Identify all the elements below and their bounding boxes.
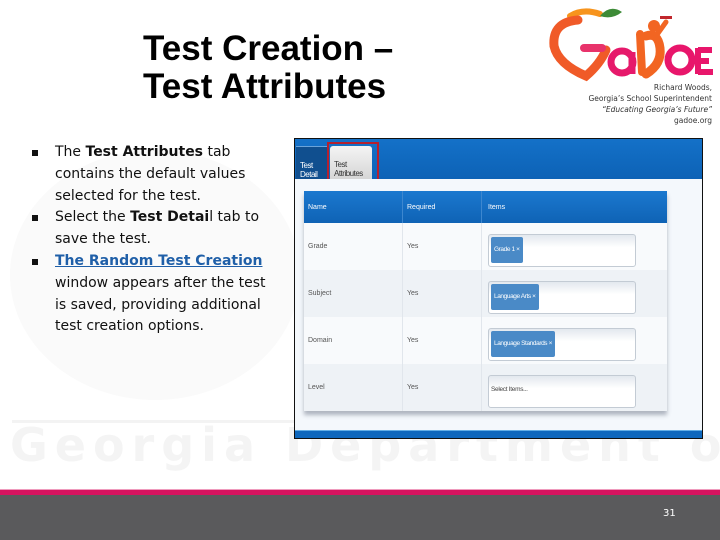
cell-items: Language Arts ×	[482, 270, 667, 317]
cell-required: Yes	[403, 270, 482, 317]
logo-caption: Richard Woods, Georgia’s School Superint…	[588, 82, 712, 126]
header-items: Items	[488, 203, 506, 211]
gadoe-logo	[548, 6, 718, 82]
caption-motto: “Educating Georgia’s Future”	[601, 105, 712, 114]
cell-required: Yes	[403, 223, 482, 270]
cell-items: Grade 1 ×	[482, 223, 667, 270]
bullet-item: The Test Attributes tab contains the def…	[30, 142, 270, 207]
table-header: Name Required Items	[304, 191, 667, 223]
slide-title: Test Creation – Test Attributes	[143, 30, 393, 106]
app-screenshot: Test Detail Test Attributes Name Require…	[294, 138, 703, 439]
selected-item-chip[interactable]: Language Standards ×	[491, 330, 555, 357]
bullet-bold-text: Test Attributes	[85, 144, 204, 160]
selected-item-chip[interactable]: Grade 1 ×	[491, 236, 523, 263]
table-row: Domain Yes Language Standards ×	[304, 317, 667, 364]
cell-items: Select Items...	[482, 364, 667, 411]
selected-item-chip[interactable]: Language Arts ×	[491, 283, 539, 310]
title-line-1: Test Creation –	[143, 29, 394, 68]
bullet-text: Select the	[55, 209, 131, 226]
bullet-item: Select the Test Detail tab to save the t…	[30, 207, 270, 251]
footer-bar	[0, 495, 720, 540]
header-name: Name	[304, 191, 403, 223]
table-row: Grade Yes Grade 1 ×	[304, 223, 667, 270]
domain-multiselect[interactable]: Language Standards ×	[488, 327, 636, 361]
cell-items: Language Standards ×	[482, 317, 667, 364]
bullet-list: The Test Attributes tab contains the def…	[30, 142, 270, 338]
highlight-box	[327, 142, 379, 181]
attributes-panel: Name Required Items Grade Yes Grade 1 × …	[295, 179, 702, 432]
header-required: Required	[403, 191, 482, 223]
bullet-bold-text: Test Detai	[130, 209, 210, 226]
level-multiselect[interactable]: Select Items...	[488, 374, 636, 408]
title-line-2: Test Attributes	[143, 67, 387, 106]
bullet-text: The	[55, 144, 86, 160]
tab-test-detail[interactable]: Test Detail	[296, 146, 329, 179]
table-row: Level Yes Select Items...	[304, 364, 667, 411]
app-bottom-bar	[295, 430, 702, 438]
cell-name: Level	[304, 364, 403, 411]
cell-name: Subject	[304, 270, 403, 317]
attributes-table: Name Required Items Grade Yes Grade 1 × …	[304, 191, 667, 411]
subject-multiselect[interactable]: Language Arts ×	[488, 280, 636, 314]
grade-multiselect[interactable]: Grade 1 ×	[488, 233, 636, 267]
cell-name: Grade	[304, 223, 403, 270]
level-placeholder: Select Items...	[491, 385, 528, 393]
random-test-creation-link[interactable]: The Random Test Creation	[55, 253, 262, 269]
caption-role: Georgia’s School Superintendent	[588, 94, 712, 103]
tab-bar: Test Detail Test Attributes	[295, 139, 702, 181]
cell-name: Domain	[304, 317, 403, 364]
bullet-text: window appears after the test is saved, …	[55, 274, 266, 335]
gadoe-logo-graphic	[549, 8, 713, 82]
table-row: Subject Yes Language Arts ×	[304, 270, 667, 317]
caption-name: Richard Woods,	[653, 83, 712, 92]
caption-website: gadoe.org	[673, 116, 712, 125]
cell-required: Yes	[403, 317, 482, 364]
bullet-item: The Random Test Creation window appears …	[30, 251, 270, 338]
page-number: 31	[663, 508, 676, 519]
cell-required: Yes	[403, 364, 482, 411]
